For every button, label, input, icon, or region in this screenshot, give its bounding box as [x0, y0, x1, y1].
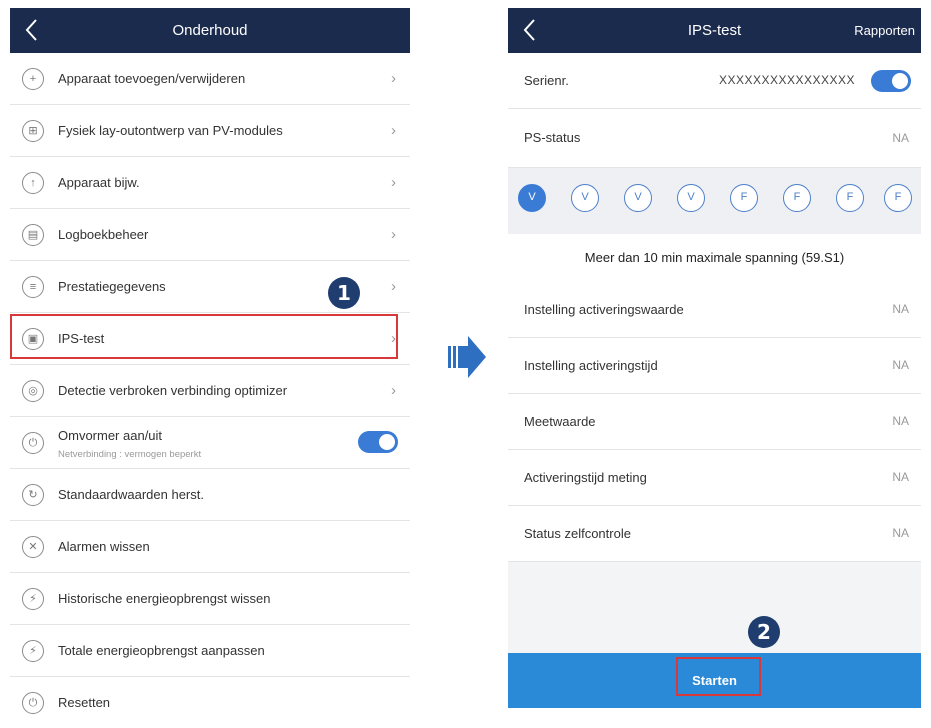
row-value: NA	[892, 470, 909, 484]
menu-item-label: Prestatiegegevens	[58, 279, 166, 294]
upgrade-icon: ↑	[22, 172, 44, 194]
menu-item-label: Detectie verbroken verbinding optimizer	[58, 383, 288, 398]
row-label: Meetwaarde	[524, 414, 596, 429]
row-label: Status zelfcontrole	[524, 526, 631, 541]
menu-item-inverter-power: ⏻ Omvormer aan/uit Netverbinding : vermo…	[10, 417, 410, 469]
menu-item-label: Standaardwaarden herst.	[58, 487, 204, 502]
clear-alarm-icon: ✕	[22, 536, 44, 558]
row-value: NA	[892, 302, 909, 316]
activation-time-row: Instelling activeringstijd NA	[508, 338, 921, 394]
clear-history-icon: ⚡	[22, 588, 44, 610]
chevron-right-icon: ›	[391, 226, 396, 243]
chevron-right-icon: ›	[391, 278, 396, 295]
serial-row: Serienr. XXXXXXXXXXXXXXXX	[508, 53, 921, 109]
row-label: Activeringstijd meting	[524, 470, 647, 485]
step-marker-1: 1	[328, 277, 360, 309]
ips-test-header: IPS-test Rapporten	[508, 8, 921, 53]
maintenance-screen: Onderhoud + Apparaat toevoegen/verwijder…	[10, 8, 410, 728]
ps-status-value: NA	[892, 131, 909, 145]
menu-item-label: Logboekbeheer	[58, 227, 149, 242]
overvoltage-icon[interactable]: V	[571, 184, 599, 212]
menu-item-label: Apparaat toevoegen/verwijderen	[58, 71, 246, 86]
plus-icon: +	[22, 68, 44, 90]
ips-test-highlight	[10, 314, 398, 359]
chevron-right-icon: ›	[391, 382, 396, 399]
optimizer-icon: ◎	[22, 380, 44, 402]
chevron-right-icon: ›	[391, 174, 396, 191]
ps-status-label: PS-status	[524, 130, 581, 145]
menu-item-clear-alarms[interactable]: ✕ Alarmen wissen	[10, 521, 410, 573]
menu-item-upgrade-device[interactable]: ↑ Apparaat bijw. ›	[10, 157, 410, 209]
log-icon: ▤	[22, 224, 44, 246]
menu-item-label: Apparaat bijw.	[58, 175, 140, 190]
menu-item-label: Omvormer aan/uit	[58, 428, 163, 443]
menu-item-label: Fysiek lay-outontwerp van PV-modules	[58, 123, 283, 138]
menu-item-log-management[interactable]: ▤ Logboekbeheer ›	[10, 209, 410, 261]
frequency-icon[interactable]: F	[730, 184, 758, 212]
maintenance-menu: + Apparaat toevoegen/verwijderen › ⊞ Fys…	[10, 53, 410, 728]
overfrequency-icon[interactable]: F	[783, 184, 811, 212]
protection-icon-strip: V V V V F F F F	[508, 168, 921, 234]
menu-item-clear-history[interactable]: ⚡ Historische energieopbrengst wissen	[10, 573, 410, 625]
test-description: Meer dan 10 min maximale spanning (59.S1…	[508, 234, 921, 282]
undervoltage-icon[interactable]: V	[677, 184, 705, 212]
serial-toggle[interactable]	[871, 70, 911, 92]
chevron-right-icon: ›	[391, 122, 396, 139]
menu-item-add-remove-device[interactable]: + Apparaat toevoegen/verwijderen ›	[10, 53, 410, 105]
row-label: Instelling activeringstijd	[524, 358, 658, 373]
voltage-max-10min-icon[interactable]: V	[518, 184, 546, 212]
inverter-toggle[interactable]	[358, 431, 398, 453]
menu-item-adjust-energy[interactable]: ⚡ Totale energieopbrengst aanpassen	[10, 625, 410, 677]
self-check-status-row: Status zelfcontrole NA	[508, 506, 921, 562]
voltage-icon[interactable]: V	[624, 184, 652, 212]
performance-icon: ≡	[22, 276, 44, 298]
serial-value: XXXXXXXXXXXXXXXX	[718, 73, 855, 87]
underfrequency-icon[interactable]: F	[884, 184, 912, 212]
frequency-low-icon[interactable]: F	[836, 184, 864, 212]
activation-measurement-row: Activeringstijd meting NA	[508, 450, 921, 506]
ps-status-row: PS-status NA	[508, 109, 921, 168]
menu-item-pv-layout[interactable]: ⊞ Fysiek lay-outontwerp van PV-modules ›	[10, 105, 410, 157]
start-highlight	[676, 657, 761, 696]
menu-item-label: Alarmen wissen	[58, 539, 150, 554]
inverter-status: Netverbinding : vermogen beperkt	[58, 449, 202, 460]
power-icon: ⏻	[22, 432, 44, 454]
menu-item-label: Historische energieopbrengst wissen	[58, 591, 271, 606]
row-label: Instelling activeringswaarde	[524, 302, 684, 317]
reset-icon: ⏻	[22, 692, 44, 714]
measured-value-row: Meetwaarde NA	[508, 394, 921, 450]
adjust-energy-icon: ⚡	[22, 640, 44, 662]
row-value: NA	[892, 358, 909, 372]
chevron-right-icon: ›	[391, 70, 396, 87]
arrow-right-icon	[448, 336, 486, 378]
reports-link[interactable]: Rapporten	[854, 8, 915, 53]
row-value: NA	[892, 526, 909, 540]
maintenance-header: Onderhoud	[10, 8, 410, 53]
row-value: NA	[892, 414, 909, 428]
ips-test-screen: IPS-test Rapporten Serienr. XXXXXXXXXXXX…	[508, 8, 921, 708]
menu-item-label: Resetten	[58, 695, 111, 710]
reset-defaults-icon: ↻	[22, 484, 44, 506]
serial-label: Serienr.	[524, 73, 569, 88]
menu-item-optimizer-disconnect[interactable]: ◎ Detectie verbroken verbinding optimize…	[10, 365, 410, 417]
activation-value-row: Instelling activeringswaarde NA	[508, 282, 921, 338]
step-marker-2: 2	[748, 616, 780, 648]
layout-icon: ⊞	[22, 120, 44, 142]
menu-item-label: Totale energieopbrengst aanpassen	[58, 643, 265, 658]
page-title: Onderhoud	[172, 22, 248, 39]
menu-item-restore-defaults[interactable]: ↻ Standaardwaarden herst.	[10, 469, 410, 521]
menu-item-reset[interactable]: ⏻ Resetten	[10, 677, 410, 728]
